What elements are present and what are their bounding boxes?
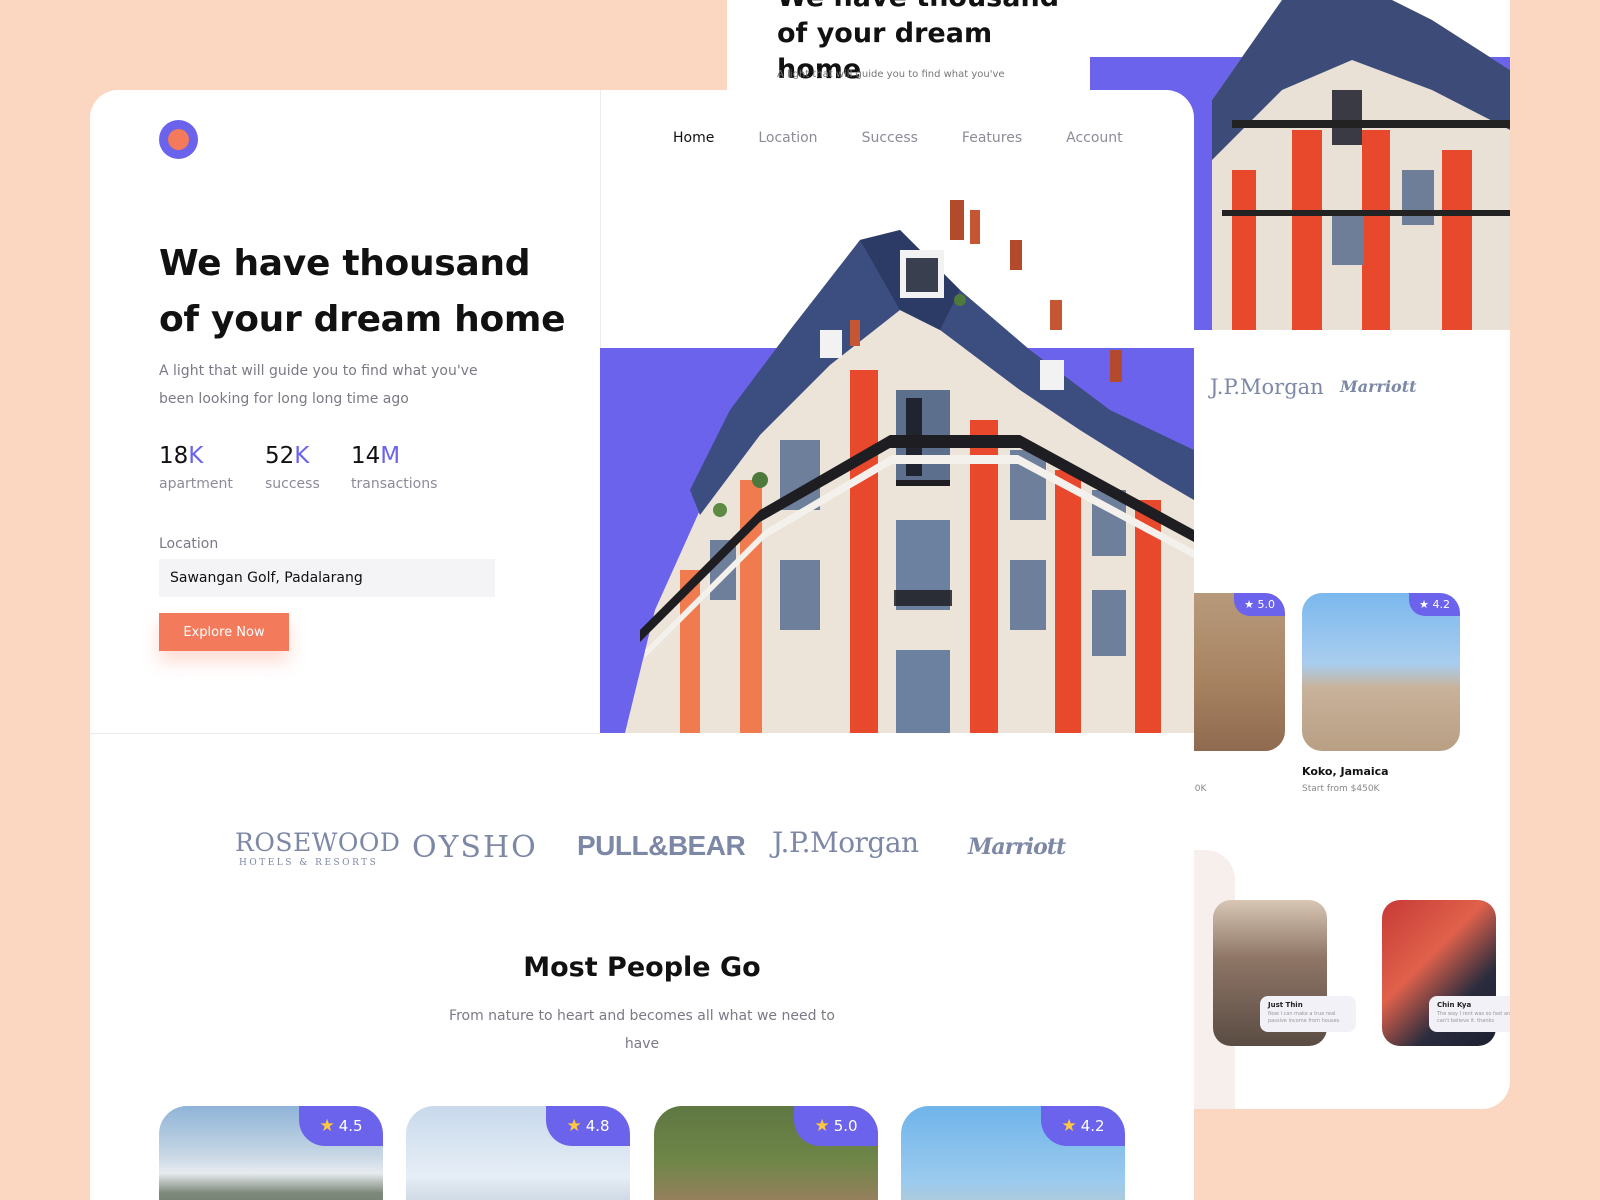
logo-marriott: Marriott <box>968 834 1066 860</box>
rating-badge: ★ 5.0 <box>1234 593 1285 616</box>
section-subtitle: From nature to heart and becomes all wha… <box>449 1008 835 1052</box>
rating-value: 5.0 <box>833 1117 858 1135</box>
stat-value: 14 <box>351 443 381 469</box>
partner-logos: ROSEWOOD HOTELS & RESORTS OYSHO PULL&BEA… <box>90 826 1194 888</box>
destination-card[interactable]: ★ 4.8 <box>406 1106 630 1200</box>
stat-label: apartment <box>159 476 233 492</box>
nav-features[interactable]: Features <box>962 130 1022 146</box>
rating-badge: ★ 4.8 <box>546 1106 630 1146</box>
destination-card[interactable]: ★ 4.5 <box>159 1106 383 1200</box>
stat-label: transactions <box>351 476 438 492</box>
star-icon: ★ <box>566 1116 582 1136</box>
back-destination-card[interactable]: ★ 4.2 <box>1302 593 1460 751</box>
stat-apartment: 18K apartment <box>159 442 233 492</box>
logo-rosewood: ROSEWOOD <box>235 828 401 857</box>
rating-value: 4.8 <box>585 1117 610 1135</box>
testimonial-bubble: Chin Kya The way I rent was so fast and … <box>1429 996 1510 1032</box>
divider <box>90 733 600 734</box>
landing-page: Home Location Success Features Account W… <box>90 90 1194 1200</box>
main-nav: Home Location Success Features Account <box>673 130 1167 146</box>
logo-pull-and-bear: PULL&BEAR <box>577 830 746 861</box>
nav-location[interactable]: Location <box>758 130 817 146</box>
logo-jpmorgan: J.P.Morgan <box>772 826 919 859</box>
testimonial-bubble: Just Thin Now I can make a true real pas… <box>1260 996 1356 1032</box>
rating-badge: ★ 4.2 <box>1409 593 1460 616</box>
back-building-photo <box>1212 0 1510 330</box>
star-icon: ★ <box>1061 1116 1077 1136</box>
brand-logo-icon[interactable] <box>159 120 198 159</box>
stat-unit: M <box>380 443 401 469</box>
nav-home[interactable]: Home <box>673 130 714 146</box>
explore-now-button[interactable]: Explore Now <box>159 613 289 651</box>
stat-value: 18 <box>159 443 189 469</box>
back-logo-jpmorgan: J.P.Morgan <box>1210 375 1324 399</box>
back-logo-marriott: Marriott <box>1340 377 1417 396</box>
location-input[interactable] <box>159 559 495 597</box>
testimonial-text: The way I rent was so fast and can't bel… <box>1437 1011 1510 1024</box>
nav-success[interactable]: Success <box>862 130 918 146</box>
stat-label: success <box>265 476 320 492</box>
hero-description: A light that will guide you to find what… <box>159 363 478 407</box>
building-photo <box>625 200 1194 733</box>
rating-value: 4.5 <box>338 1117 363 1135</box>
testimonial-text: Now I can make a true real passive incom… <box>1268 1011 1340 1024</box>
rating-badge: ★ 4.2 <box>1041 1106 1125 1146</box>
location-label: Location <box>159 536 219 552</box>
star-icon: ★ <box>814 1116 830 1136</box>
testimonial-name: Chin Kya <box>1437 1001 1472 1009</box>
nav-account[interactable]: Account <box>1066 130 1123 146</box>
destination-card[interactable]: ★ 4.2 <box>901 1106 1125 1200</box>
logo-oysho: OYSHO <box>412 830 538 865</box>
rating-badge: ★ 4.5 <box>299 1106 383 1146</box>
stat-unit: K <box>294 443 310 469</box>
stat-value: 52 <box>265 443 295 469</box>
stat-success: 52K success <box>265 442 320 492</box>
rating-badge: ★ 5.0 <box>794 1106 878 1146</box>
stat-unit: K <box>188 443 204 469</box>
back-card-price: Start from $450K <box>1302 784 1380 794</box>
section-title: Most People Go <box>523 952 761 983</box>
destination-card[interactable]: ★ 5.0 <box>654 1106 878 1200</box>
logo-rosewood-subtitle: HOTELS & RESORTS <box>239 858 379 868</box>
stat-transactions: 14M transactions <box>351 442 437 492</box>
back-hero-desc: A light that will guide you to find what… <box>777 69 1005 80</box>
rating-value: 4.2 <box>1080 1117 1105 1135</box>
testimonial-name: Just Thin <box>1268 1001 1303 1009</box>
back-card-title: Koko, Jamaica <box>1302 765 1389 778</box>
star-icon: ★ <box>319 1116 335 1136</box>
hero-title: We have thousand of your dream home <box>159 243 566 340</box>
